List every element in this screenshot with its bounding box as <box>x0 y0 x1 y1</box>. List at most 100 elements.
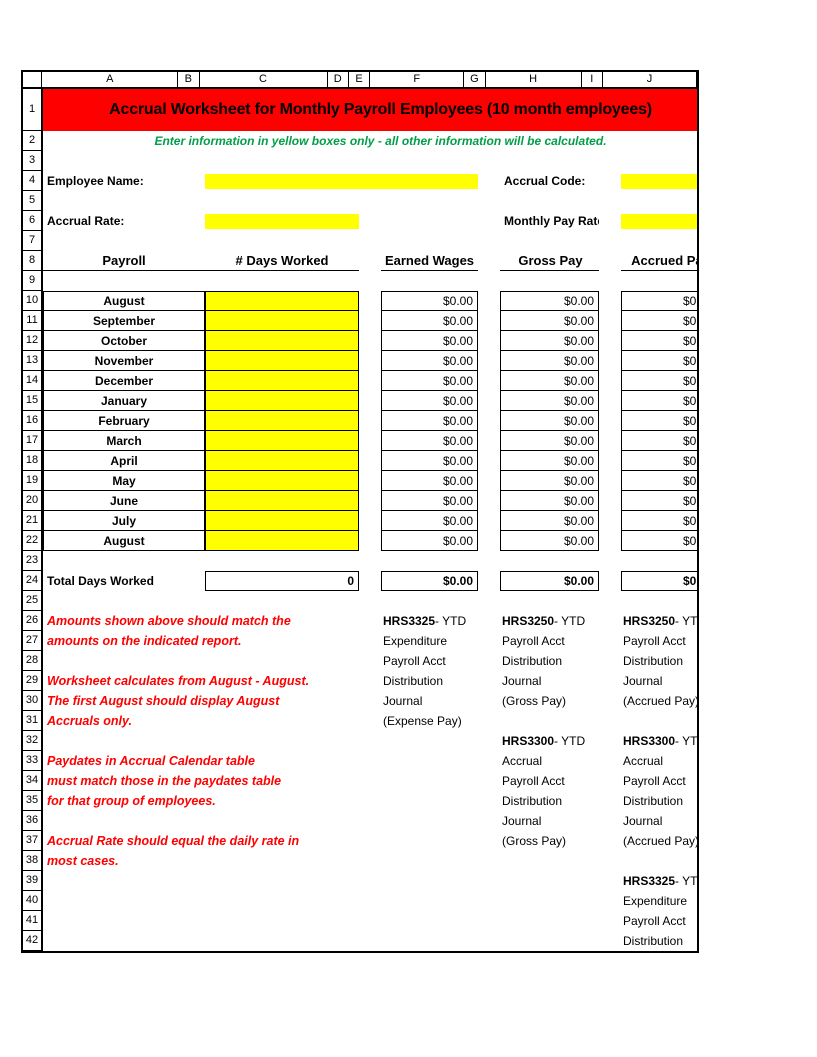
row-header-2[interactable]: 2 <box>23 131 41 151</box>
row-header-7[interactable]: 7 <box>23 231 41 251</box>
note-line: must match those in the paydates table <box>47 774 282 788</box>
row-header-18[interactable]: 18 <box>23 451 41 471</box>
row-header-32[interactable]: 32 <box>23 731 41 751</box>
row-header-5[interactable]: 5 <box>23 191 41 211</box>
gross-pay-value: $0.00 <box>500 491 599 511</box>
row-header-26[interactable]: 26 <box>23 611 41 631</box>
row-header-4[interactable]: 4 <box>23 171 41 191</box>
column-header-a[interactable]: A <box>42 72 179 87</box>
column-header-h[interactable]: H <box>485 72 582 87</box>
row-header-35[interactable]: 35 <box>23 791 41 811</box>
column-header-d[interactable]: D <box>327 72 349 87</box>
row-header-13[interactable]: 13 <box>23 351 41 371</box>
days-worked-input[interactable] <box>205 471 359 491</box>
row-header-10[interactable]: 10 <box>23 291 41 311</box>
accrual-code-input[interactable] <box>621 174 697 189</box>
row-header-39[interactable]: 39 <box>23 871 41 891</box>
days-worked-input[interactable] <box>205 351 359 371</box>
row-header-28[interactable]: 28 <box>23 651 41 671</box>
column-header-e[interactable]: E <box>348 72 371 87</box>
monthly-pay-rate-input[interactable] <box>621 214 697 229</box>
gross-pay-value: $0.00 <box>500 311 599 331</box>
select-all-corner[interactable] <box>23 72 43 87</box>
days-worked-input[interactable] <box>205 391 359 411</box>
note-line: Accruals only. <box>47 714 132 728</box>
accrual-code-label: Accrual Code: <box>504 174 586 188</box>
accrual-rate-input[interactable] <box>205 214 359 229</box>
gross-pay-value: $0.00 <box>500 391 599 411</box>
gross-pay-account-code-suffix: - YTD <box>554 614 586 628</box>
row-header-15[interactable]: 15 <box>23 391 41 411</box>
gross-pay-value: $0.00 <box>500 331 599 351</box>
gross-pay-value: $0.00 <box>500 351 599 371</box>
row-header-20[interactable]: 20 <box>23 491 41 511</box>
days-worked-input[interactable] <box>205 371 359 391</box>
earned-wages-value: $0.00 <box>381 531 478 551</box>
employee-name-label: Employee Name: <box>47 174 144 188</box>
days-worked-input[interactable] <box>205 411 359 431</box>
row-header-34[interactable]: 34 <box>23 771 41 791</box>
days-worked-input[interactable] <box>205 311 359 331</box>
row-header-42[interactable]: 42 <box>23 931 41 951</box>
row-header-17[interactable]: 17 <box>23 431 41 451</box>
row-header-14[interactable]: 14 <box>23 371 41 391</box>
row-header-36[interactable]: 36 <box>23 811 41 831</box>
note-line: Paydates in Accrual Calendar table <box>47 754 255 768</box>
month-label: June <box>43 491 205 511</box>
row-header-16[interactable]: 16 <box>23 411 41 431</box>
employee-name-input[interactable] <box>205 174 478 189</box>
days-worked-input[interactable] <box>205 451 359 471</box>
column-header-c[interactable]: C <box>199 72 328 87</box>
accrued-pay-value: $0.00 <box>621 531 697 551</box>
days-worked-input[interactable] <box>205 291 359 311</box>
row-header-33[interactable]: 33 <box>23 751 41 771</box>
row-header-23[interactable]: 23 <box>23 551 41 571</box>
row-header-31[interactable]: 31 <box>23 711 41 731</box>
days-worked-input[interactable] <box>205 511 359 531</box>
accrued-pay-account-code-value: HRS3325 <box>623 874 676 888</box>
accrued-pay-account-line: Payroll Acct <box>623 634 686 648</box>
row-header-29[interactable]: 29 <box>23 671 41 691</box>
row-header-40[interactable]: 40 <box>23 891 41 911</box>
row-header-12[interactable]: 12 <box>23 331 41 351</box>
row-header-25[interactable]: 25 <box>23 591 41 611</box>
row-header-27[interactable]: 27 <box>23 631 41 651</box>
row-header-6[interactable]: 6 <box>23 211 41 231</box>
row-header-21[interactable]: 21 <box>23 511 41 531</box>
total-accrued-pay-value: $0.00 <box>621 571 697 591</box>
accrued-pay-value: $0.00 <box>621 371 697 391</box>
days-worked-input[interactable] <box>205 531 359 551</box>
row-header-24[interactable]: 24 <box>23 571 41 591</box>
row-header-22[interactable]: 22 <box>23 531 41 551</box>
accrued-pay-value: $0.00 <box>621 511 697 531</box>
column-header-i[interactable]: I <box>581 72 603 87</box>
column-header-g[interactable]: G <box>464 72 486 87</box>
accrued-pay-account-line: Accrual <box>623 754 664 768</box>
row-header-9[interactable]: 9 <box>23 271 41 291</box>
row-header-1[interactable]: 1 <box>23 89 41 131</box>
row-header-30[interactable]: 30 <box>23 691 41 711</box>
row-header-3[interactable]: 3 <box>23 151 41 171</box>
total-earned-wages-value: $0.00 <box>381 571 478 591</box>
table-header-accrued-pay: Accrued Pay <box>621 251 697 271</box>
column-header-f[interactable]: F <box>370 72 465 87</box>
column-header-j[interactable]: J <box>602 72 698 87</box>
row-header-11[interactable]: 11 <box>23 311 41 331</box>
row-header-8[interactable]: 8 <box>23 251 41 271</box>
row-header-37[interactable]: 37 <box>23 831 41 851</box>
accrued-pay-account-code-suffix: - YTD <box>675 874 697 888</box>
note-line: Worksheet calculates from August - Augus… <box>47 674 310 688</box>
column-header-b[interactable]: B <box>178 72 200 87</box>
table-header-gross-pay: Gross Pay <box>500 251 599 271</box>
row-header-41[interactable]: 41 <box>23 911 41 931</box>
row-header-38[interactable]: 38 <box>23 851 41 871</box>
days-worked-input[interactable] <box>205 491 359 511</box>
month-label: February <box>43 411 205 431</box>
accrued-pay-value: $0.00 <box>621 411 697 431</box>
accrued-pay-account-line: (Accrued Pay) <box>623 694 697 708</box>
month-label: November <box>43 351 205 371</box>
row-header-19[interactable]: 19 <box>23 471 41 491</box>
gross-pay-value: $0.00 <box>500 431 599 451</box>
days-worked-input[interactable] <box>205 431 359 451</box>
days-worked-input[interactable] <box>205 331 359 351</box>
